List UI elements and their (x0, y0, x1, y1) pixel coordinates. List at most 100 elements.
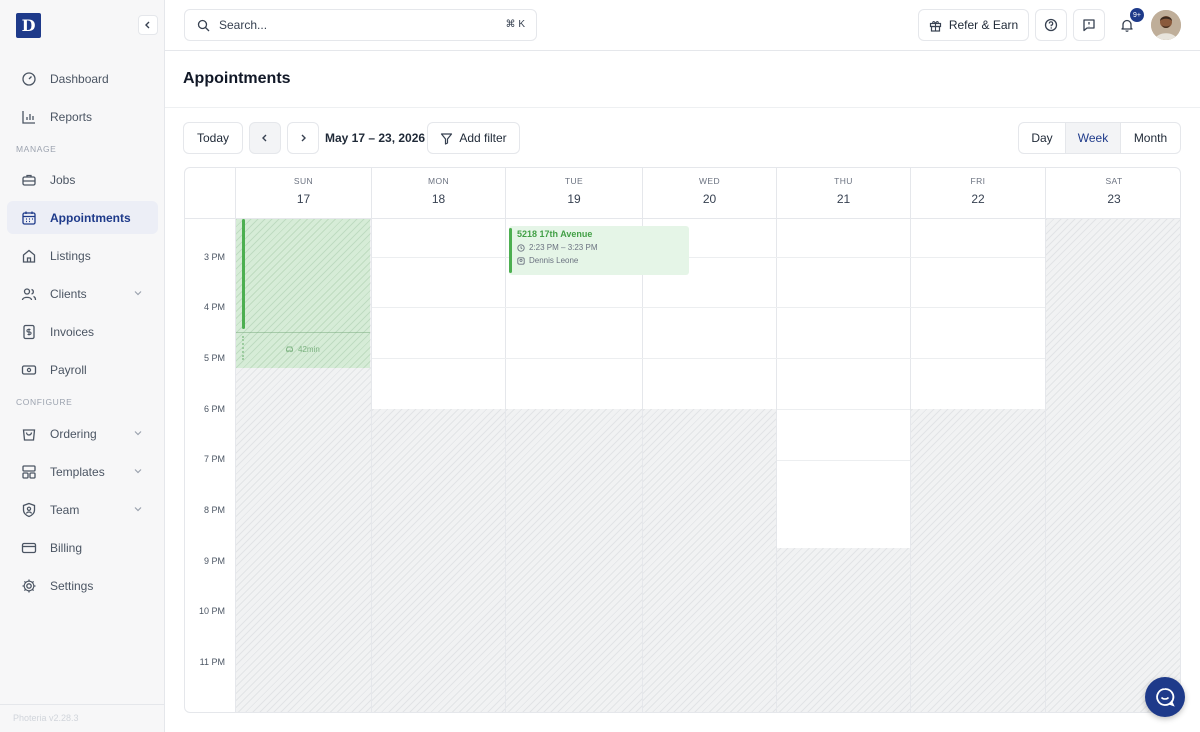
available-slot[interactable] (911, 219, 1046, 409)
gauge-icon (21, 71, 37, 87)
time-label: 3 PM (203, 252, 225, 262)
day-header-thu[interactable]: THU 21 (776, 168, 910, 218)
day-header-sun[interactable]: SUN 17 (235, 168, 371, 218)
sidebar-item-label: Jobs (50, 172, 76, 187)
shield-user-icon (21, 502, 37, 518)
sidebar-item-label: Payroll (50, 362, 87, 377)
credit-card-icon (21, 540, 37, 556)
search-icon (197, 19, 210, 32)
day-header-mon[interactable]: MON 18 (371, 168, 505, 218)
chevron-down-icon (134, 469, 142, 474)
layout-icon (21, 464, 37, 480)
current-block-bar (242, 219, 245, 329)
sidebar-item-label: Clients (50, 286, 87, 301)
day-name: MON (427, 176, 450, 186)
appointment-time: 2:23 PM – 3:23 PM (529, 243, 598, 252)
gear-icon (21, 578, 37, 594)
chevron-left-icon (145, 21, 150, 29)
car-icon (285, 345, 294, 354)
shopping-bag-icon (21, 426, 37, 442)
time-label: 6 PM (203, 404, 225, 414)
day-column-thu[interactable] (776, 219, 911, 712)
next-week-button[interactable] (287, 122, 319, 154)
travel-time: 42min (285, 345, 320, 354)
bar-chart-icon (21, 109, 37, 125)
app-logo[interactable]: D (16, 13, 41, 38)
available-slot[interactable] (372, 219, 506, 409)
day-column-fri[interactable] (910, 219, 1046, 712)
day-header-fri[interactable]: FRI 22 (910, 168, 1045, 218)
help-button[interactable] (1035, 9, 1067, 41)
sidebar-item-team[interactable]: Team (7, 493, 158, 526)
day-number: 21 (836, 192, 851, 206)
refer-earn-button[interactable]: Refer & Earn (918, 9, 1029, 41)
appointment-title: 5218 17th Avenue (517, 229, 593, 239)
view-month-button[interactable]: Month (1121, 123, 1180, 153)
day-number: 18 (431, 192, 446, 206)
sidebar-item-appointments[interactable]: Appointments (7, 201, 158, 234)
filter-icon (441, 132, 453, 145)
appointment-card[interactable]: 5218 17th Avenue 2:23 PM – 3:23 PM Denni… (509, 226, 689, 275)
sidebar-item-templates[interactable]: Templates (7, 455, 158, 488)
user-avatar-image (1151, 10, 1181, 40)
view-switcher: Day Week Month (1018, 122, 1181, 154)
refer-earn-label: Refer & Earn (948, 18, 1019, 32)
avatar[interactable] (1151, 10, 1181, 40)
add-filter-label: Add filter (459, 131, 507, 145)
sidebar-item-label: Billing (50, 540, 83, 555)
sidebar-item-label: Templates (50, 464, 105, 479)
prev-week-button[interactable] (249, 122, 281, 154)
time-label: 7 PM (203, 454, 225, 464)
sidebar-item-ordering[interactable]: Ordering (7, 417, 158, 450)
help-icon (1044, 18, 1058, 32)
chevron-down-icon (134, 431, 142, 436)
add-filter-button[interactable]: Add filter (427, 122, 520, 154)
sidebar-item-invoices[interactable]: Invoices (7, 315, 158, 348)
sidebar-item-billing[interactable]: Billing (7, 531, 158, 564)
sidebar-item-dashboard[interactable]: Dashboard (7, 62, 158, 95)
chevron-down-icon (134, 291, 142, 296)
sidebar-item-settings[interactable]: Settings (7, 569, 158, 602)
sidebar-item-reports[interactable]: Reports (7, 100, 158, 133)
block-divider (236, 332, 370, 333)
sidebar-item-label: Listings (50, 248, 91, 263)
day-header-wed[interactable]: WED 20 (642, 168, 776, 218)
clock-icon (517, 243, 525, 252)
chat-bubble-icon (1156, 688, 1175, 707)
calendar-icon (21, 210, 37, 226)
sidebar-item-clients[interactable]: Clients (7, 277, 158, 310)
day-column-sat[interactable] (1045, 219, 1180, 712)
view-week-button[interactable]: Week (1066, 123, 1121, 153)
available-slot[interactable] (777, 219, 911, 548)
search-shortcut: ⌘ K (505, 19, 525, 30)
day-header-tue[interactable]: TUE 19 (505, 168, 642, 218)
time-label: 5 PM (203, 353, 225, 363)
appointment-accent (509, 228, 512, 273)
today-button[interactable]: Today (183, 122, 243, 154)
search-input[interactable]: Search... ⌘ K (184, 9, 537, 41)
appointment-person-row: Dennis Leone (517, 256, 578, 265)
day-column-mon[interactable] (371, 219, 506, 712)
day-column-wed[interactable] (642, 219, 777, 712)
sidebar-item-label: Dashboard (50, 71, 109, 86)
day-number: 20 (702, 192, 717, 206)
day-header-sat[interactable]: SAT 23 (1045, 168, 1180, 218)
sidebar-item-label: Appointments (50, 210, 131, 225)
sidebar-item-label: Settings (50, 578, 94, 593)
sidebar-item-payroll[interactable]: Payroll (7, 353, 158, 386)
sidebar-item-listings[interactable]: Listings (7, 239, 158, 272)
section-label-configure: CONFIGURE (16, 397, 73, 407)
day-number: 19 (567, 192, 581, 206)
section-label-manage: MANAGE (16, 144, 57, 154)
banknote-icon (21, 362, 37, 378)
day-name: WED (698, 176, 721, 186)
sidebar-item-jobs[interactable]: Jobs (7, 163, 158, 196)
sidebar-item-label: Invoices (50, 324, 95, 339)
day-column-tue[interactable] (505, 219, 643, 712)
support-chat-button[interactable] (1145, 677, 1185, 717)
hour-line (372, 358, 1045, 359)
sidebar-item-label: Reports (50, 109, 93, 124)
collapse-sidebar-button[interactable] (138, 15, 158, 35)
view-day-button[interactable]: Day (1019, 123, 1066, 153)
feedback-button[interactable] (1073, 9, 1105, 41)
